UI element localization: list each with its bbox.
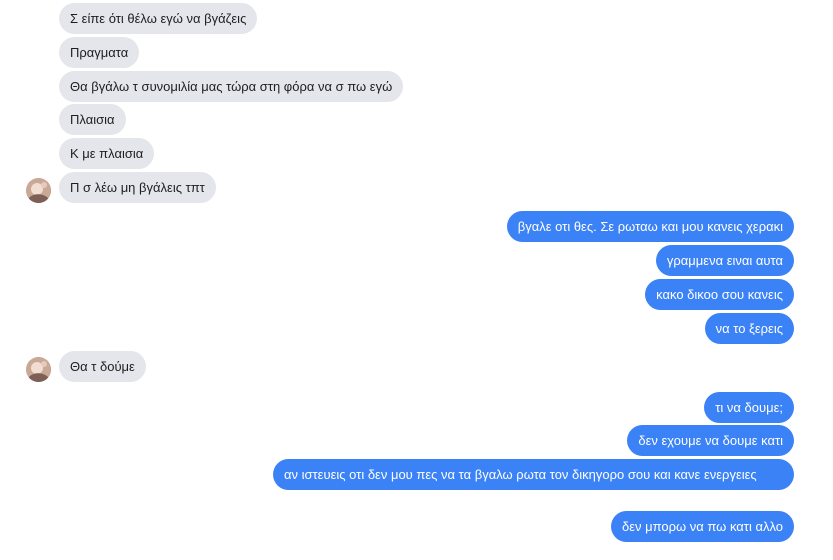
incoming-message: Σ είπε ότι θέλω εγώ να βγάζεις — [59, 3, 258, 34]
incoming-message: Θα βγάλω τ συνομιλία μας τώρα στη φόρα ν… — [59, 71, 404, 102]
outgoing-message: βγαλε οτι θες. Σε ρωταω και μου κανεις χ… — [506, 211, 794, 242]
contact-avatar[interactable] — [26, 178, 51, 203]
incoming-message: Π σ λέω μη βγάλεις τπτ — [59, 172, 216, 203]
outgoing-message: γραμμενα ειναι αυτα — [655, 245, 794, 276]
outgoing-message: να το ξερεις — [704, 313, 794, 344]
outgoing-message: αν ιστευεις οτι δεν μου πες να τα βγαλω … — [273, 459, 794, 490]
incoming-message: Πλαισια — [59, 104, 126, 135]
contact-avatar[interactable] — [26, 357, 51, 382]
outgoing-message: δεν μπορω να πω κατι αλλο — [610, 511, 794, 542]
outgoing-message: κακο δικοο σου κανεις — [645, 279, 794, 310]
avatar-image — [26, 357, 51, 382]
chat-thread: Σ είπε ότι θέλω εγώ να βγάζεις Πραγματα … — [0, 0, 833, 560]
avatar-image — [26, 178, 51, 203]
outgoing-message: δεν εχουμε να δουμε κατι — [627, 425, 794, 456]
incoming-message: Πραγματα — [59, 37, 140, 68]
outgoing-message: τι να δουμε; — [704, 392, 794, 423]
incoming-message: Κ με πλαισια — [59, 138, 155, 169]
incoming-message: Θα τ δούμε — [59, 351, 146, 382]
